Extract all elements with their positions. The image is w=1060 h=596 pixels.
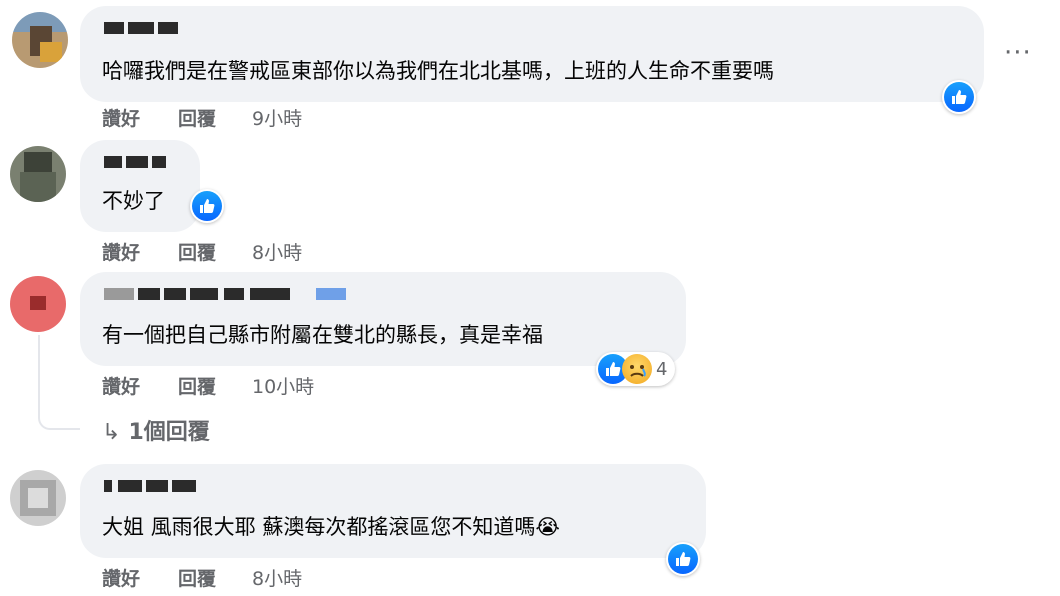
reply-arrow-icon: ↳ (102, 420, 121, 445)
like-button[interactable]: 讚好 (102, 104, 140, 131)
thread-connector (38, 335, 80, 430)
commenter-name-redacted[interactable] (104, 284, 404, 304)
like-button[interactable]: 讚好 (102, 372, 140, 399)
comment-text: 哈囉我們是在警戒區東部你以為我們在北北基嗎，上班的人生命不重要嗎 (102, 59, 774, 83)
reply-button[interactable]: 回覆 (178, 564, 216, 591)
avatar[interactable] (10, 146, 66, 202)
sad-reaction-icon (622, 354, 652, 384)
comment-text: 有一個把自己縣市附屬在雙北的縣長，真是幸福 (102, 323, 543, 347)
commenter-name-redacted[interactable] (104, 476, 404, 496)
reply-button[interactable]: 回覆 (178, 104, 216, 131)
commenter-name-redacted[interactable] (104, 152, 404, 172)
more-options-button[interactable]: ··· (1004, 38, 1032, 68)
reply-button[interactable]: 回覆 (178, 372, 216, 399)
comment-bubble: 大姐 風雨很大耶 蘇澳每次都搖滾區您不知道嗎😭 (80, 464, 706, 558)
like-reaction-icon (944, 82, 974, 112)
reaction-summary[interactable] (666, 542, 700, 576)
comments-section: ··· 哈囉我們是在警戒區東部你以為我們在北北基嗎，上班的人生命不重要嗎 讚好 … (0, 0, 1060, 596)
commenter-name-redacted[interactable] (104, 18, 404, 38)
timestamp[interactable]: 10小時 (252, 372, 314, 399)
comment-text: 大姐 風雨很大耶 蘇澳每次都搖滾區您不知道嗎😭 (102, 515, 560, 539)
reaction-summary[interactable]: 4 (596, 352, 676, 386)
like-button[interactable]: 讚好 (102, 564, 140, 591)
like-reaction-icon (668, 544, 698, 574)
avatar[interactable] (10, 470, 66, 526)
timestamp[interactable]: 8小時 (252, 238, 302, 265)
replies-count-label: 1個回覆 (128, 420, 210, 445)
view-replies-link[interactable]: ↳ 1個回覆 (102, 414, 210, 446)
like-button[interactable]: 讚好 (102, 238, 140, 265)
timestamp[interactable]: 8小時 (252, 564, 302, 591)
avatar[interactable] (10, 276, 66, 332)
reaction-summary[interactable] (190, 189, 224, 223)
comment-text: 不妙了 (102, 189, 165, 213)
reply-button[interactable]: 回覆 (178, 238, 216, 265)
avatar[interactable] (12, 12, 68, 68)
reaction-summary[interactable] (942, 80, 976, 114)
comment-bubble: 不妙了 (80, 140, 200, 232)
comment-bubble: 有一個把自己縣市附屬在雙北的縣長，真是幸福 (80, 272, 686, 366)
reaction-count: 4 (656, 358, 668, 380)
comment-bubble: 哈囉我們是在警戒區東部你以為我們在北北基嗎，上班的人生命不重要嗎 (80, 6, 984, 102)
like-reaction-icon (192, 191, 222, 221)
timestamp[interactable]: 9小時 (252, 104, 302, 131)
